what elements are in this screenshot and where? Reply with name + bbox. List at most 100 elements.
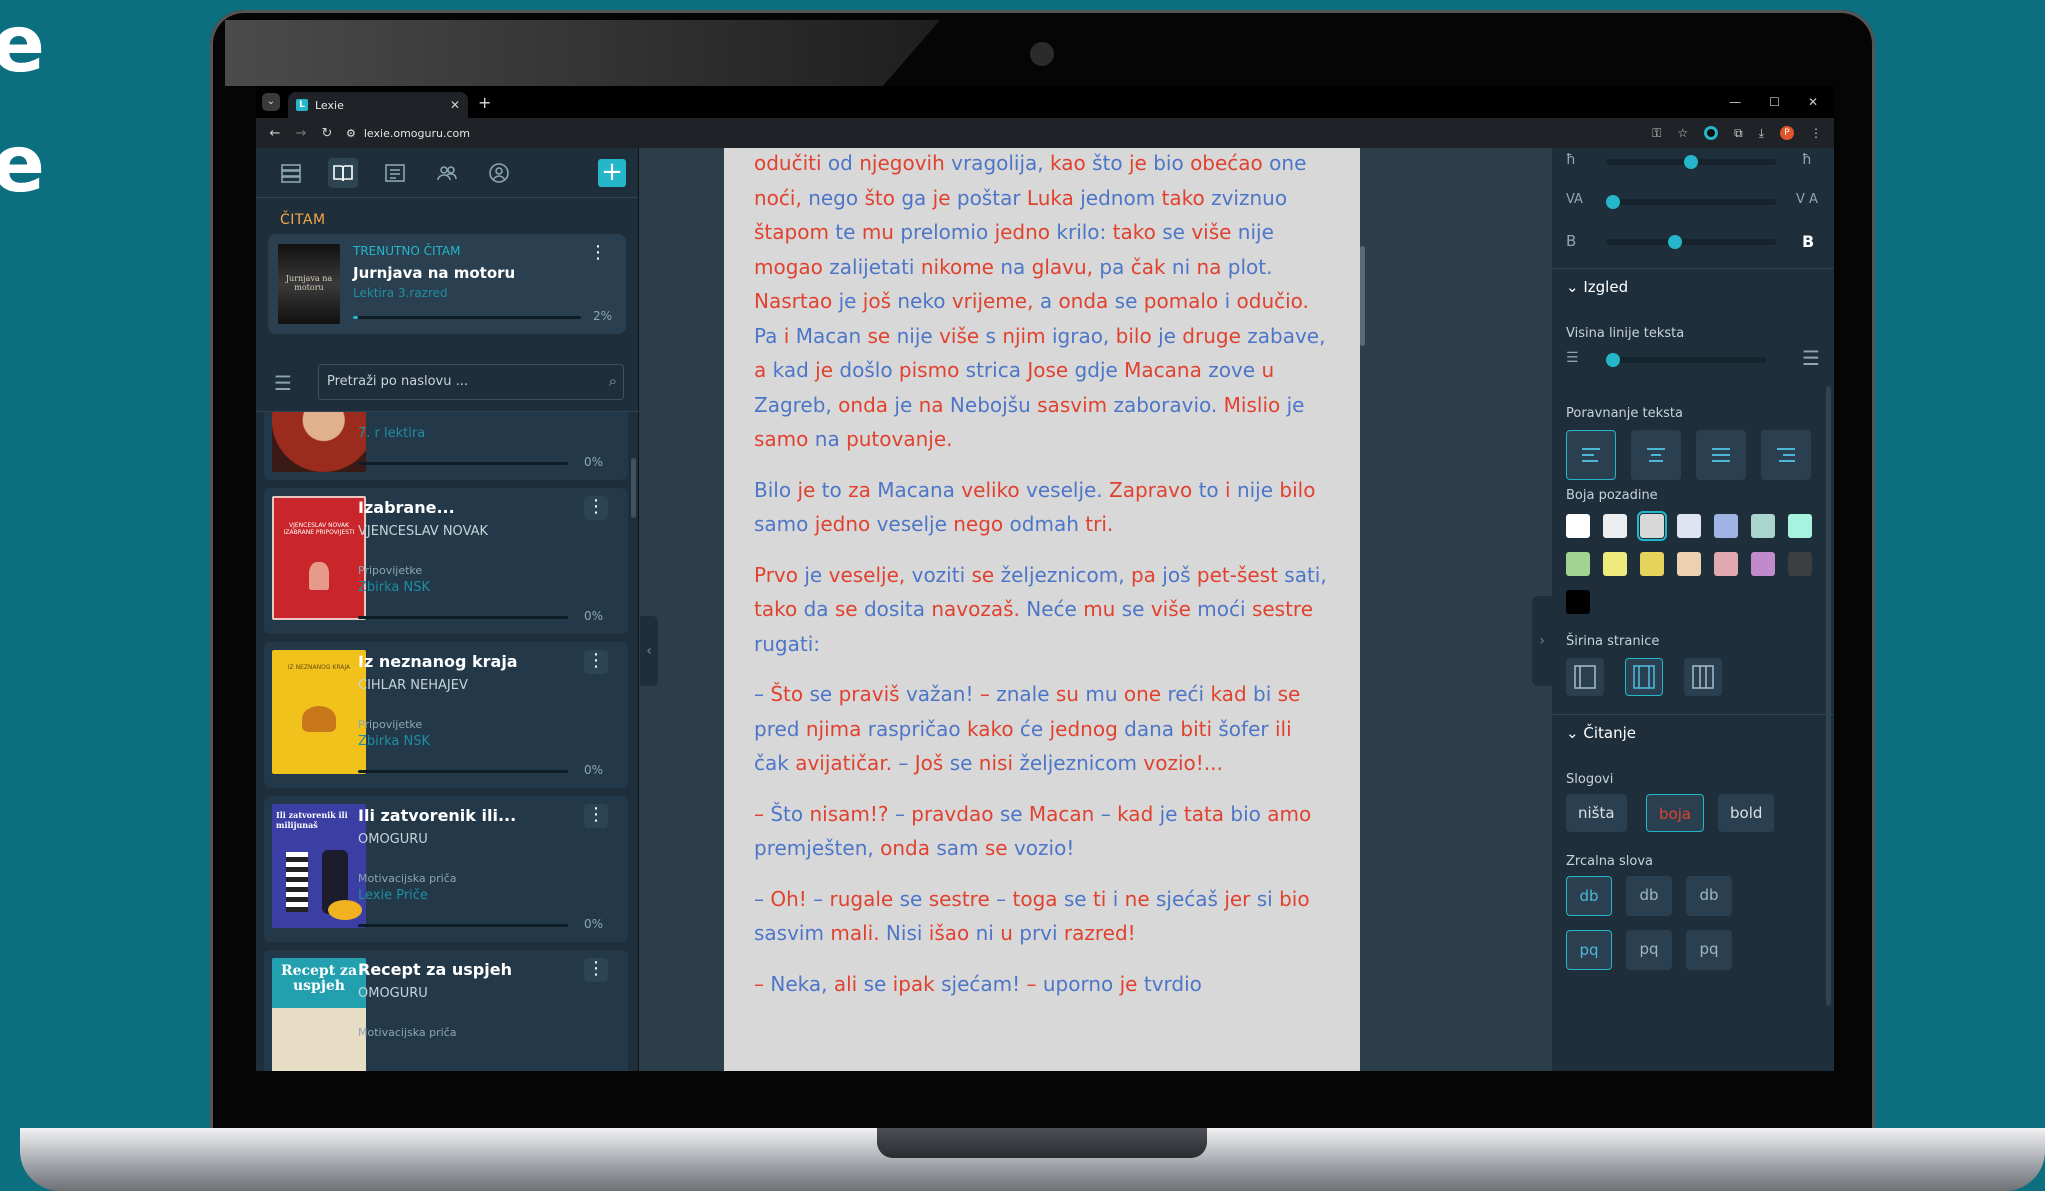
reader-paragraph: – Neka, ali se ipak sjećam! – uporno je … — [754, 971, 1202, 996]
align-right-button[interactable] — [1761, 430, 1811, 480]
align-center-button[interactable] — [1631, 430, 1681, 480]
background-swatch[interactable] — [1640, 552, 1664, 576]
syllables-none-button[interactable]: ništa — [1566, 794, 1627, 832]
page-width-wide-button[interactable] — [1684, 658, 1722, 696]
back-icon[interactable]: ← — [268, 126, 282, 141]
browser-menu-icon[interactable]: ⋮ — [1810, 126, 1822, 140]
close-window-icon[interactable]: ✕ — [1808, 95, 1818, 109]
navbar-actions: ⚿ ☆ ⧉ ⤓ P ⋮ — [1652, 126, 1822, 141]
syllables-color-button[interactable]: boja — [1646, 794, 1705, 832]
syllables-bold-button[interactable]: bold — [1718, 794, 1775, 832]
izgled-section-toggle[interactable]: ⌄ Izgled — [1566, 278, 1628, 296]
book-card[interactable]: VJENCESLAV NOVAK IZABRANE PRIPOVIJESTI I… — [264, 488, 628, 634]
panel-scrollbar[interactable] — [1826, 386, 1831, 1006]
book-card[interactable]: IZ NEZNANOG KRAJA Iz neznanog kraja CIHL… — [264, 642, 628, 788]
mirror-db-option-2[interactable]: db — [1626, 876, 1672, 916]
search-icon[interactable]: ⌕ — [609, 372, 617, 390]
background-swatch[interactable] — [1751, 514, 1775, 538]
reload-icon[interactable]: ↻ — [320, 126, 334, 141]
page-width-narrow-button[interactable] — [1566, 658, 1604, 696]
book-author: OMOGURU — [358, 986, 428, 1001]
reader-paragraph: – Što se praviš važan! – znale su mu one… — [754, 682, 1301, 775]
sidebar-top-icons: + — [256, 148, 638, 198]
mirror-pq-option-1[interactable]: pq — [1566, 930, 1612, 970]
book-progress-label: 0% — [584, 763, 604, 777]
shelves-icon[interactable] — [276, 158, 306, 188]
address-bar[interactable]: ⚙ lexie.omoguru.com — [346, 127, 470, 140]
sidebar-scrollbar[interactable] — [631, 458, 636, 518]
browser-tab[interactable]: L Lexie ✕ — [288, 92, 468, 118]
background-swatch[interactable] — [1566, 514, 1590, 538]
background-swatch[interactable] — [1603, 514, 1627, 538]
mirror-db-option-1[interactable]: db — [1566, 876, 1612, 916]
letter-spacing-slider[interactable]: ħ ħ — [1566, 150, 1822, 174]
site-settings-icon[interactable]: ⚙ — [346, 127, 356, 140]
sort-icon[interactable]: ☰ — [274, 371, 292, 395]
slider-knob[interactable] — [1606, 195, 1620, 209]
password-key-icon[interactable]: ⚿ — [1652, 126, 1661, 141]
current-progress-bar — [353, 316, 581, 319]
download-icon[interactable]: ⤓ — [1759, 126, 1764, 141]
book-more-icon[interactable]: ⋮ — [584, 650, 608, 674]
document-icon[interactable] — [380, 158, 410, 188]
background-swatch[interactable] — [1677, 552, 1701, 576]
mirror-pq-option-2[interactable]: pq — [1626, 930, 1672, 970]
cover-text: Jurnjava na motoru — [285, 274, 333, 292]
book-more-icon[interactable]: ⋮ — [584, 804, 608, 828]
background-swatch[interactable] — [1566, 590, 1590, 614]
bookmark-star-icon[interactable]: ☆ — [1677, 126, 1688, 140]
book-card[interactable]: Ili zatvorenik ili milijunaš Ili zatvore… — [264, 796, 628, 942]
profile-avatar[interactable]: P — [1780, 126, 1794, 140]
background-swatch[interactable] — [1677, 514, 1701, 538]
divider — [1552, 714, 1834, 715]
extensions-puzzle-icon[interactable]: ⧉ — [1734, 126, 1743, 141]
forward-icon[interactable]: → — [294, 126, 308, 141]
mirror-pq-option-3[interactable]: pq — [1686, 930, 1732, 970]
background-swatch[interactable] — [1603, 552, 1627, 576]
reader-text: odučiti od njegovih vragolija, kao što j… — [724, 148, 1360, 1001]
search-input[interactable]: Pretraži po naslovu ... — [318, 364, 624, 400]
group-icon[interactable] — [432, 158, 462, 188]
line-height-slider[interactable]: ☰ ☰ — [1566, 346, 1822, 372]
current-more-icon[interactable]: ⋮ — [586, 242, 610, 266]
open-book-icon[interactable] — [328, 157, 358, 188]
background-swatch[interactable] — [1714, 514, 1738, 538]
book-card[interactable]: Recept za uspjeh Recept za uspjeh OMOGUR… — [264, 950, 628, 1071]
minimize-icon[interactable]: — — [1729, 95, 1741, 109]
collapse-sidebar-icon[interactable]: ‹ — [640, 616, 658, 686]
background-swatch[interactable] — [1714, 552, 1738, 576]
mirror-db-option-3[interactable]: db — [1686, 876, 1732, 916]
slider-knob[interactable] — [1684, 155, 1698, 169]
background-swatch[interactable] — [1637, 511, 1667, 541]
current-book-cover: Jurnjava na motoru — [278, 244, 340, 324]
word-spacing-slider[interactable]: VA V A — [1566, 190, 1822, 214]
close-tab-icon[interactable]: ✕ — [450, 98, 460, 112]
maximize-icon[interactable]: ☐ — [1769, 95, 1780, 109]
reader-scrollbar[interactable] — [1360, 246, 1365, 346]
slider-track — [1606, 199, 1776, 205]
browser-navbar: ← → ↻ ⚙ lexie.omoguru.com ⚿ ☆ ⧉ ⤓ P ⋮ — [256, 118, 1834, 148]
background-swatch[interactable] — [1566, 552, 1590, 576]
current-label: TRENUTNO ČITAM — [353, 244, 461, 258]
book-more-icon[interactable]: ⋮ — [584, 958, 608, 982]
citanje-section-toggle[interactable]: ⌄ Čitanje — [1566, 724, 1636, 742]
slider-knob[interactable] — [1668, 235, 1683, 249]
slider-knob[interactable] — [1606, 353, 1620, 367]
new-tab-icon[interactable]: + — [478, 93, 491, 112]
book-author: OMOGURU — [358, 832, 428, 847]
book-more-icon[interactable]: ⋮ — [584, 496, 608, 520]
collapse-panel-icon[interactable]: › — [1532, 596, 1552, 686]
align-justify-button[interactable] — [1696, 430, 1746, 480]
add-book-button[interactable]: + — [598, 158, 626, 187]
extension-icon[interactable] — [1704, 126, 1719, 140]
background-swatch[interactable] — [1751, 552, 1775, 576]
book-card[interactable]: 7. r lektira 0% — [264, 412, 628, 480]
page-width-medium-button[interactable] — [1625, 658, 1663, 696]
tab-search-icon[interactable]: ⌄ — [262, 93, 280, 111]
background-swatch[interactable] — [1788, 552, 1812, 576]
background-swatch[interactable] — [1788, 514, 1812, 538]
align-left-button[interactable] — [1566, 430, 1616, 480]
font-weight-slider[interactable]: B B — [1566, 230, 1822, 254]
user-profile-icon[interactable] — [484, 158, 514, 188]
current-book-card[interactable]: Jurnjava na motoru TRENUTNO ČITAM Jurnja… — [268, 234, 626, 334]
